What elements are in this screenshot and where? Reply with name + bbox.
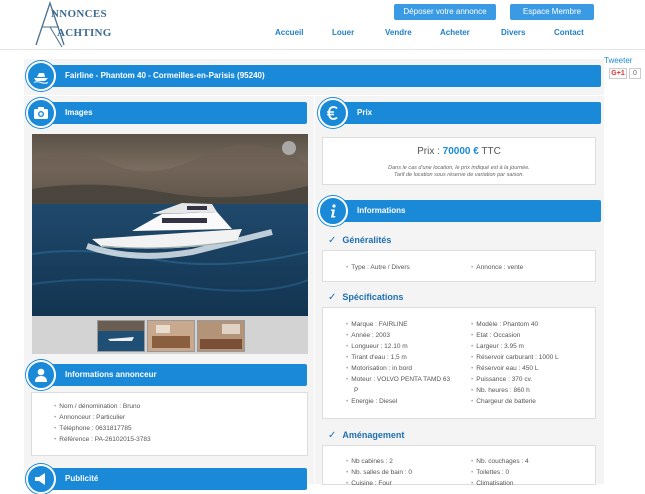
price-label: Prix :	[417, 146, 443, 157]
spec-year: Année : 2003	[346, 332, 390, 339]
thumbnail-3[interactable]	[197, 320, 245, 352]
price-note-2: Tarif de location sous réserve de variat…	[393, 172, 525, 178]
advertiser-card	[31, 392, 308, 456]
megaphone-icon	[35, 473, 45, 485]
boat-icon	[33, 73, 49, 84]
info-icon	[331, 204, 336, 218]
layout-bathrooms: Nb. salles de bain : 0	[346, 469, 412, 476]
nav-acheter[interactable]: Acheter	[440, 28, 470, 37]
nav-contact[interactable]: Contact	[554, 28, 584, 37]
thumbnail-1-image	[98, 321, 144, 351]
spec-water-tank: Réservoir eau : 450 L	[471, 365, 538, 372]
boat-photo-image	[32, 134, 308, 316]
info-badge	[318, 196, 348, 226]
spec-engine: Moteur : VOLVO PENTA TAMD 63	[346, 376, 450, 383]
specs-title: Spécifications	[342, 292, 404, 302]
megaphone-badge	[26, 464, 56, 494]
site-header: NNONCES ACHTING Déposer votre annonce Es…	[0, 0, 645, 50]
spec-length: Longueur : 12.10 m	[346, 343, 407, 350]
thumbnail-2-image	[148, 321, 194, 351]
layout-berths: Nb. couchages : 4	[471, 458, 528, 465]
price-value: 70000 €	[442, 146, 479, 157]
general-heading: ✓ Généralités	[328, 235, 391, 246]
member-area-button[interactable]: Espace Membre	[510, 4, 594, 20]
advertiser-phone[interactable]: Téléphone : 0631817785	[54, 425, 131, 432]
spec-power: Puissance : 370 cv.	[471, 376, 532, 383]
general-annonce: Annonce : vente	[471, 264, 523, 271]
camera-icon	[34, 107, 48, 119]
gplus-count: 0	[629, 68, 641, 79]
spec-hours: Nb. heures : 860 h	[471, 387, 529, 394]
general-type: Type : Autre / Divers	[346, 264, 410, 271]
price-bar: Prix	[322, 102, 601, 124]
nav-divers[interactable]: Divers	[501, 28, 525, 37]
spec-beam: Largeur : 3.95 m	[471, 343, 524, 350]
logo-text-line1: NNONCES	[51, 8, 107, 20]
listing-title-bar: Fairline - Phantom 40 - Cormeilles-en-Pa…	[30, 65, 601, 87]
spec-propulsion: Motorisation : in bord	[346, 365, 412, 372]
general-title: Généralités	[342, 235, 392, 245]
check-icon: ✓	[328, 430, 337, 441]
boat-photo[interactable]	[32, 134, 308, 316]
informations-title: Informations	[357, 206, 406, 215]
check-icon: ✓	[328, 292, 337, 303]
tweet-button[interactable]: Tweeter	[604, 56, 632, 65]
layout-toilets: Toilettes : 0	[471, 469, 509, 476]
gplus-button[interactable]: G+1	[609, 68, 627, 79]
nav-louer[interactable]: Louer	[332, 28, 354, 37]
spec-fuel: Energie : Diesel	[346, 398, 397, 405]
layout-heading: ✓ Aménagement	[328, 430, 404, 441]
specs-heading: ✓ Spécifications	[328, 292, 403, 303]
spec-brand: Marque : FAIRLINE	[346, 321, 407, 328]
informations-bar: Informations	[322, 200, 601, 222]
images-bar: Images	[30, 102, 307, 124]
spec-engine-cont: P	[354, 387, 359, 394]
user-badge	[26, 360, 56, 390]
euro-badge	[318, 98, 348, 128]
nav-vendre[interactable]: Vendre	[385, 28, 412, 37]
listing-title: Fairline - Phantom 40 - Cormeilles-en-Pa…	[65, 71, 265, 80]
layout-cabins: Nb cabines : 2	[346, 458, 393, 465]
spec-charger: Chargeur de batterie	[471, 398, 536, 405]
thumbnail-2[interactable]	[147, 320, 195, 352]
spec-fuel-tank: Réservoir carburant : 1000 L	[471, 354, 558, 361]
ad-bar: Publicité	[30, 468, 307, 490]
layout-title: Aménagement	[342, 430, 405, 440]
thumbnail-3-image	[198, 321, 244, 351]
camera-badge	[26, 98, 56, 128]
advertiser-name: Nom / dénomination : Bruno	[54, 403, 140, 410]
price-note-1: Dans le cas d'une location, le prix indi…	[388, 165, 530, 171]
ad-title: Publicité	[65, 474, 99, 483]
spec-condition: Etat : Occasion	[471, 332, 520, 339]
spec-draft: Tirant d'eau : 1,5 m	[346, 354, 407, 361]
advertiser-reference: Référence : PA-26102015-3783	[54, 436, 150, 443]
boat-badge	[26, 61, 56, 91]
advertiser-title: Informations annonceur	[65, 370, 157, 379]
price-title: Prix	[357, 108, 373, 117]
price-suffix: TTC	[478, 146, 501, 157]
spec-model: Modèle : Phantom 40	[471, 321, 538, 328]
layout-card	[322, 445, 596, 485]
advertiser-bar: Informations annonceur	[30, 364, 307, 386]
nav-accueil[interactable]: Accueil	[275, 28, 303, 37]
check-icon: ✓	[328, 235, 337, 246]
post-ad-button[interactable]: Déposer votre annonce	[394, 4, 496, 20]
user-icon	[35, 368, 47, 382]
images-title: Images	[65, 108, 93, 117]
logo-text-line2: ACHTING	[57, 27, 112, 39]
advertiser-type: Annonceur : Particulier	[54, 414, 125, 421]
euro-icon	[327, 106, 338, 120]
price-line: Prix : 70000 € TTC	[322, 146, 596, 157]
thumbnail-1[interactable]	[97, 320, 145, 352]
